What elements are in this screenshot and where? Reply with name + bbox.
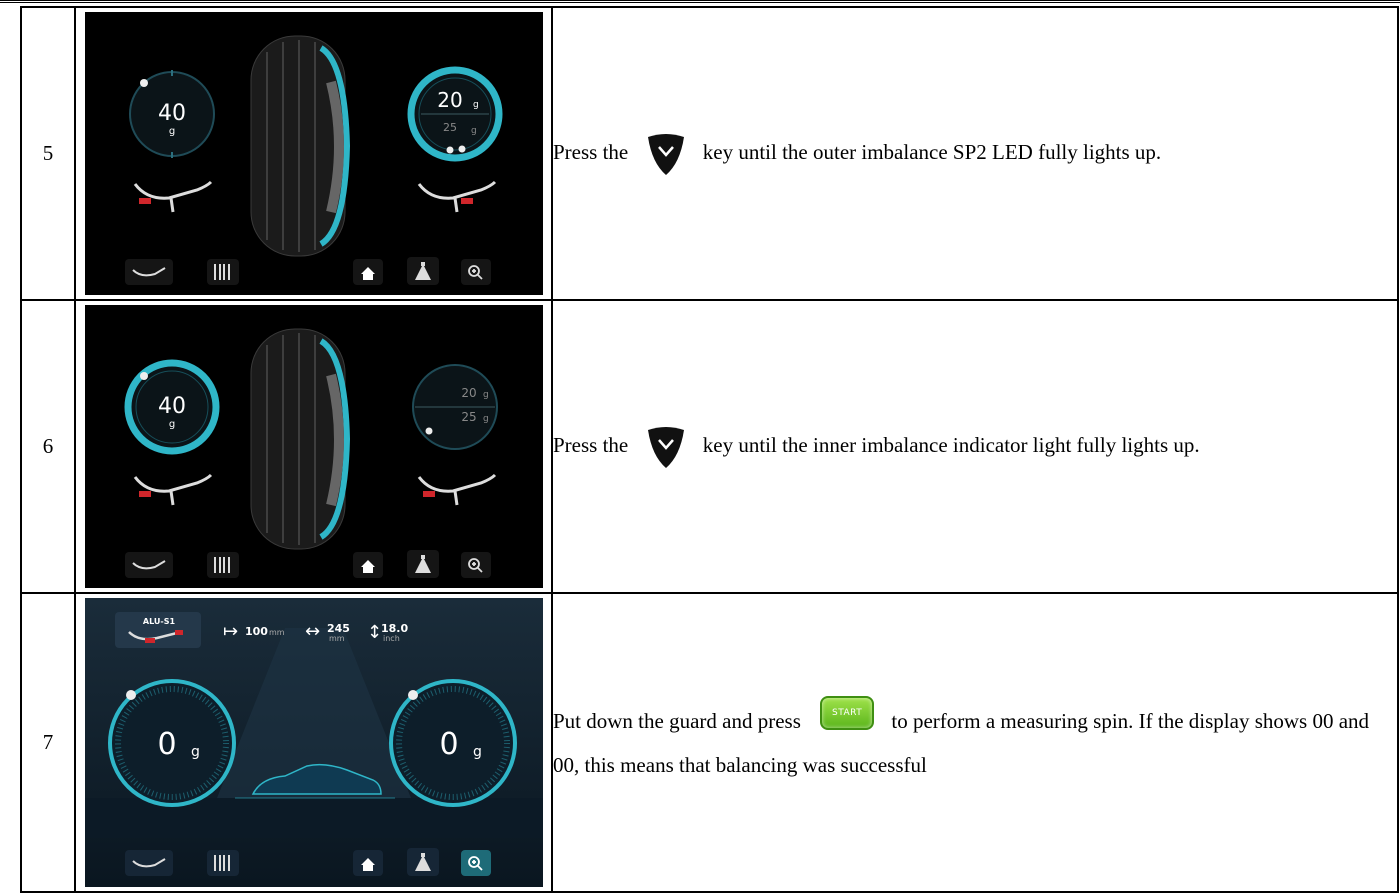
- step-number: 5: [20, 6, 76, 301]
- balancer-screen: 40 g 20 g 25 g: [84, 12, 543, 295]
- left-weight-unit: g: [168, 126, 174, 137]
- right-sub-weight-value: 25: [443, 121, 457, 134]
- position-dot-icon: [139, 372, 148, 380]
- left-imbalance-dial: 0 g: [107, 679, 236, 807]
- chevron-down-key-icon: [647, 426, 684, 468]
- left-imbalance-dial: 40 g: [124, 359, 219, 455]
- left-weight-value: 40: [158, 394, 186, 419]
- desc-after: key until the outer imbalance SP2 LED fu…: [702, 140, 1162, 165]
- desc-before: Press the: [553, 140, 629, 165]
- step-description: Press the key until the outer imbalance …: [551, 6, 1399, 301]
- right-weight-value: 20: [437, 88, 462, 112]
- start-key-icon: START: [820, 695, 875, 730]
- right-imbalance-dial: 0 g: [388, 679, 517, 807]
- right-sub-weight-value: 25: [461, 410, 476, 424]
- left-weight-value: 40: [158, 101, 186, 126]
- table-row: 7 ALU-S1 ↦ 100 mm ↔ 245 mm ↕ 18.0 inch 0…: [20, 592, 1399, 893]
- right-imbalance-dial: 20 g 25 g: [407, 66, 502, 162]
- arrow-horizontal-icon: ↔: [305, 621, 320, 642]
- step-number: 6: [20, 299, 76, 594]
- desc-before: Press the: [553, 433, 629, 458]
- balancer-screen: ALU-S1 ↦ 100 mm ↔ 245 mm ↕ 18.0 inch 0 g…: [84, 598, 543, 887]
- header-rule: [0, 0, 1400, 3]
- wheel-mode-badge[interactable]: ALU-S1: [114, 612, 201, 648]
- left-imbalance-dial: 40 g: [128, 70, 215, 158]
- right-imbalance-dial: 20 g 25 g: [411, 364, 498, 450]
- width-unit: mm: [329, 634, 345, 643]
- left-weight-value: 0: [157, 727, 176, 762]
- table-row: 5 40 g 20 g 25 g Press the key until the…: [20, 6, 1399, 301]
- distance-unit: mm: [269, 628, 285, 637]
- distance-value: 100: [245, 625, 268, 638]
- desc-before: Put down the guard and press: [553, 708, 801, 733]
- right-weight-value: 0: [439, 727, 458, 762]
- left-weight-unit: g: [191, 744, 200, 760]
- right-weight-unit: g: [473, 100, 479, 110]
- desc-after: key until the inner imbalance indicator …: [702, 433, 1200, 458]
- arrow-right-icon: ↦: [223, 621, 238, 642]
- tire-image: [250, 328, 350, 550]
- right-weight-unit: g: [473, 744, 482, 760]
- chevron-down-key-icon: [647, 133, 684, 175]
- arrow-vertical-icon: ↕: [367, 622, 382, 643]
- step-description: Put down the guard and press START to pe…: [551, 592, 1399, 893]
- mode-label: ALU-S1: [142, 617, 175, 626]
- step-number: 7: [20, 592, 76, 893]
- table-row: 6 40 g 20 g 25 g Press the key until the…: [20, 299, 1399, 594]
- right-sub-weight-unit: g: [483, 414, 489, 424]
- position-dot-icon: [139, 79, 148, 87]
- right-weight-unit: g: [483, 390, 489, 400]
- right-weight-value: 20: [461, 386, 476, 400]
- left-weight-unit: g: [168, 419, 174, 430]
- tire-image: [250, 35, 350, 257]
- diameter-unit: inch: [383, 634, 400, 643]
- right-sub-weight-unit: g: [471, 126, 477, 136]
- step-description: Press the key until the inner imbalance …: [551, 299, 1399, 594]
- balancer-screen: 40 g 20 g 25 g: [84, 305, 543, 588]
- procedure-table: 5 40 g 20 g 25 g Press the key until the…: [20, 6, 1399, 893]
